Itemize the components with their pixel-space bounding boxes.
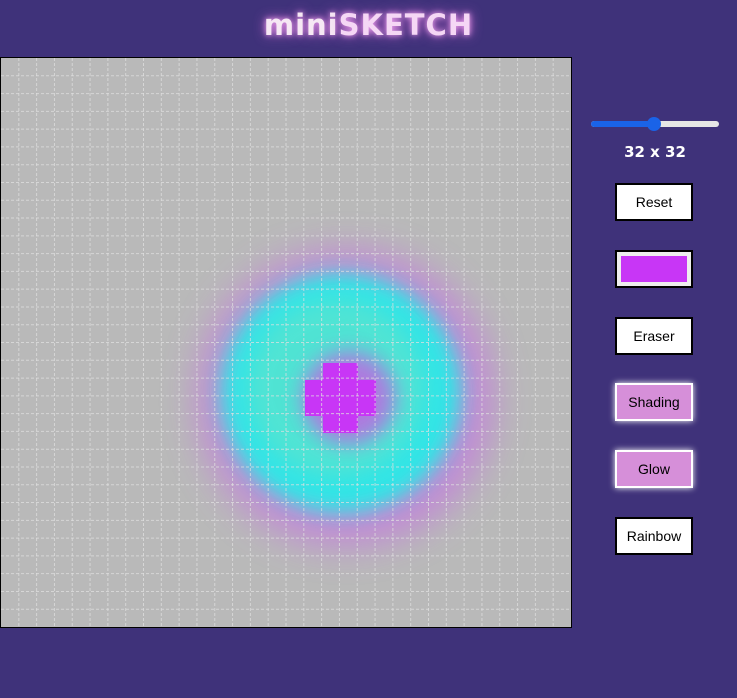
title-mini: mini (263, 8, 339, 42)
rainbow-button[interactable]: Rainbow (615, 517, 693, 555)
reset-button[interactable]: Reset (615, 183, 693, 221)
grid-svg[interactable] (1, 58, 571, 627)
shading-button[interactable]: Shading (615, 383, 693, 421)
eraser-button[interactable]: Eraser (615, 317, 693, 355)
color-picker[interactable] (615, 250, 693, 288)
glow-button[interactable]: Glow (615, 450, 693, 488)
sketch-grid[interactable] (0, 57, 572, 628)
slider-thumb[interactable] (647, 117, 661, 131)
grid-size-slider[interactable] (591, 117, 719, 131)
app-title: miniSKETCH (0, 8, 737, 42)
color-swatch[interactable] (621, 256, 687, 282)
drawing-layer (198, 250, 494, 546)
grid-size-label: 32 x 32 (624, 143, 686, 161)
slider-track-fill (591, 121, 654, 127)
title-sketch: SKETCH (338, 8, 474, 42)
control-panel: 32 x 32 Reset Eraser Shading Glow Rainbo… (575, 57, 737, 657)
